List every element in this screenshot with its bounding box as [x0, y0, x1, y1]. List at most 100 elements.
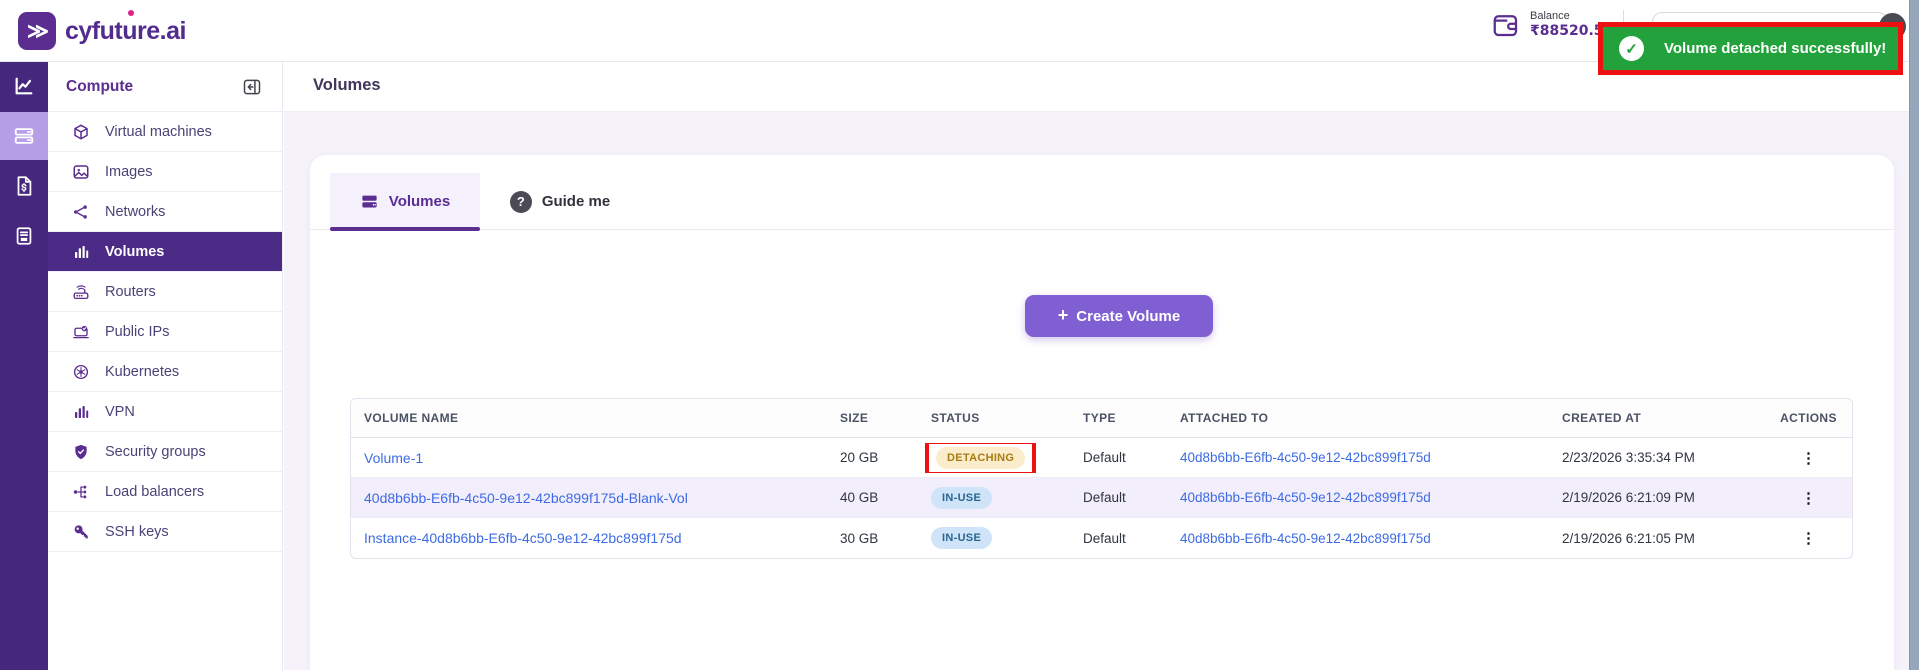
- col-attached-to: ATTACHED TO: [1167, 411, 1549, 425]
- table-row: Volume-1 20 GB DETACHING Default 40d8b6b…: [351, 438, 1852, 478]
- sidebar-item-vpn[interactable]: VPN: [48, 392, 282, 432]
- rail-documents-icon[interactable]: [0, 212, 48, 260]
- create-volume-label: Create Volume: [1076, 308, 1180, 325]
- col-created-at: CREATED AT: [1549, 411, 1763, 425]
- volume-name-link[interactable]: Volume-1: [364, 450, 423, 466]
- sidebar-item-label: Kubernetes: [105, 364, 179, 380]
- logo-chevrons-icon: ≫: [18, 12, 56, 50]
- volumes-table: VOLUME NAME SIZE STATUS TYPE ATTACHED TO…: [350, 398, 1853, 559]
- balance-label: Balance: [1530, 10, 1604, 23]
- volume-name-link[interactable]: 40d8b6bb-E6fb-4c50-9e12-42bc899f175d-Bla…: [364, 490, 688, 506]
- attached-to-link[interactable]: 40d8b6bb-E6fb-4c50-9e12-42bc899f175d: [1180, 531, 1431, 546]
- col-actions: ACTIONS: [1763, 411, 1853, 425]
- scrollbar: [1909, 0, 1919, 670]
- table-header-row: VOLUME NAME SIZE STATUS TYPE ATTACHED TO…: [351, 399, 1852, 438]
- sidebar-item-volumes[interactable]: Volumes: [48, 232, 282, 272]
- rail-compute-icon[interactable]: [0, 112, 48, 160]
- sidebar-item-label: Networks: [105, 204, 165, 220]
- sidebar-item-label: Images: [105, 164, 153, 180]
- created-at: 2/19/2026 6:21:05 PM: [1549, 531, 1763, 546]
- sidebar-item-label: Volumes: [105, 244, 164, 260]
- col-type: TYPE: [1070, 411, 1167, 425]
- volume-type: Default: [1070, 450, 1167, 465]
- table-row: Instance-40d8b6bb-E6fb-4c50-9e12-42bc899…: [351, 518, 1852, 558]
- tab-guide-label: Guide me: [542, 193, 610, 210]
- volume-size: 20 GB: [827, 450, 918, 465]
- annotation-box-toast: ✓ Volume detached successfully!: [1598, 22, 1903, 75]
- main-area: Volumes Volumes ? Guide me: [284, 62, 1909, 670]
- volume-size: 30 GB: [827, 531, 918, 546]
- active-tab-underline: [330, 227, 480, 231]
- sidebar-item-kubernetes[interactable]: Kubernetes: [48, 352, 282, 392]
- sidebar-item-label: Public IPs: [105, 324, 169, 340]
- balance-widget: Balance ₹88520.5: [1491, 10, 1604, 40]
- sidebar-item-networks[interactable]: Networks: [48, 192, 282, 232]
- kebab-menu-icon[interactable]: ⋮: [1801, 530, 1816, 547]
- sidebar-item-ssh-keys[interactable]: SSH keys: [48, 512, 282, 552]
- kebab-menu-icon[interactable]: ⋮: [1801, 490, 1816, 507]
- sidebar-item-virtual-machines[interactable]: Virtual machines: [48, 112, 282, 152]
- cube-icon: [72, 123, 90, 141]
- col-volume-name: VOLUME NAME: [351, 411, 827, 425]
- sidebar-header: Compute: [48, 62, 282, 112]
- status-badge-in-use: IN-USE: [931, 527, 992, 549]
- scrollbar-thumb[interactable]: [1909, 0, 1919, 670]
- col-size: SIZE: [827, 411, 918, 425]
- tab-row: Volumes ? Guide me: [310, 155, 1894, 230]
- volume-name-link[interactable]: Instance-40d8b6bb-E6fb-4c50-9e12-42bc899…: [364, 530, 682, 546]
- logo[interactable]: ≫ cyfuture.ai: [18, 12, 186, 50]
- load-balancer-icon: [72, 483, 90, 501]
- col-status: STATUS: [918, 411, 1070, 425]
- volumes-card: Volumes ? Guide me + Create Volume VOLUM…: [310, 155, 1894, 670]
- rail-billing-icon[interactable]: [0, 162, 48, 210]
- router-icon: [72, 283, 90, 301]
- create-volume-button[interactable]: + Create Volume: [1025, 295, 1213, 337]
- sidebar-collapse-icon[interactable]: [242, 77, 262, 97]
- sidebar-item-public-ips[interactable]: Public IPs: [48, 312, 282, 352]
- sidebar-item-images[interactable]: Images: [48, 152, 282, 192]
- question-mark-icon: ?: [510, 191, 532, 213]
- sidebar-item-label: Load balancers: [105, 484, 204, 500]
- logo-pink-dot: [128, 10, 134, 16]
- rail-analytics-icon[interactable]: [0, 62, 48, 110]
- annotation-box-status: DETACHING: [925, 443, 1036, 473]
- wallet-icon: [1491, 10, 1521, 40]
- sidebar-item-label: SSH keys: [105, 524, 169, 540]
- kubernetes-wheel-icon: [72, 363, 90, 381]
- sidebar-item-security-groups[interactable]: Security groups: [48, 432, 282, 472]
- check-circle-icon: ✓: [1619, 36, 1644, 61]
- table-row: 40d8b6bb-E6fb-4c50-9e12-42bc899f175d-Bla…: [351, 478, 1852, 518]
- shield-check-icon: [72, 443, 90, 461]
- sidebar-item-label: Security groups: [105, 444, 206, 460]
- image-icon: [72, 163, 90, 181]
- sidebar-compute: Compute Virtual machines Images: [48, 62, 283, 670]
- bar-chart-icon: [72, 243, 90, 261]
- sidebar-title: Compute: [66, 78, 133, 96]
- bar-chart-icon: [72, 403, 90, 421]
- sidebar-item-label: VPN: [105, 404, 135, 420]
- tab-guide-me[interactable]: ? Guide me: [480, 173, 640, 230]
- attached-to-link[interactable]: 40d8b6bb-E6fb-4c50-9e12-42bc899f175d: [1180, 490, 1431, 505]
- plus-icon: +: [1058, 305, 1069, 326]
- page-title: Volumes: [313, 76, 381, 95]
- network-nodes-icon: [72, 203, 90, 221]
- created-at: 2/23/2026 3:35:34 PM: [1549, 450, 1763, 465]
- tab-volumes-label: Volumes: [389, 193, 450, 210]
- kebab-menu-icon[interactable]: ⋮: [1801, 450, 1816, 467]
- sidebar-item-label: Virtual machines: [105, 124, 212, 140]
- created-at: 2/19/2026 6:21:09 PM: [1549, 490, 1763, 505]
- tab-volumes[interactable]: Volumes: [330, 173, 480, 230]
- server-stack-icon: [360, 192, 379, 211]
- volume-type: Default: [1070, 490, 1167, 505]
- public-ip-icon: [72, 323, 90, 341]
- volume-type: Default: [1070, 531, 1167, 546]
- balance-amount: ₹88520.5: [1530, 23, 1604, 40]
- logo-text: cyfuture.ai: [65, 17, 186, 46]
- status-badge-detaching: DETACHING: [936, 447, 1025, 469]
- sidebar-item-load-balancers[interactable]: Load balancers: [48, 472, 282, 512]
- icon-rail: [0, 62, 48, 670]
- sidebar-item-routers[interactable]: Routers: [48, 272, 282, 312]
- status-badge-in-use: IN-USE: [931, 487, 992, 509]
- app-screen: ≫ cyfuture.ai Balance ₹88520.5: [0, 0, 1919, 670]
- attached-to-link[interactable]: 40d8b6bb-E6fb-4c50-9e12-42bc899f175d: [1180, 450, 1431, 465]
